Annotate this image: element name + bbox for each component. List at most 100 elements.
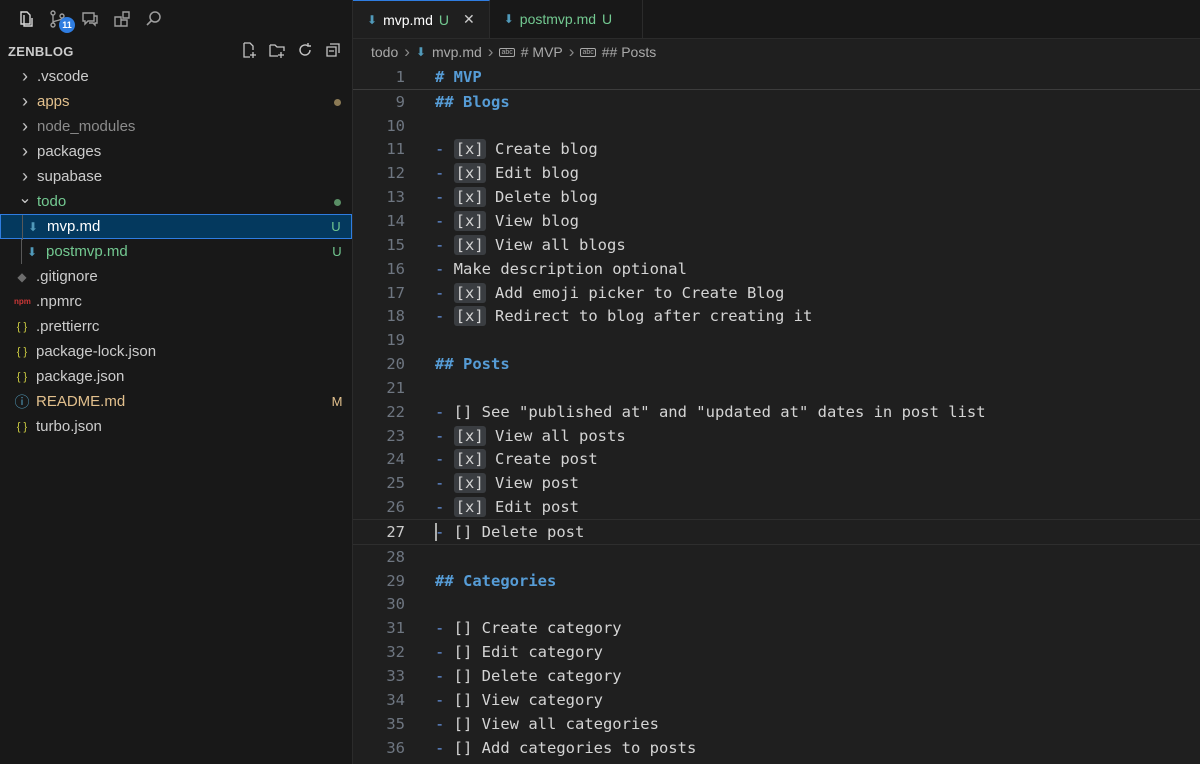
line-number: 14: [386, 211, 405, 230]
list-bullet: -: [435, 402, 454, 421]
line-text: - [x] Redirect to blog after creating it: [435, 306, 812, 327]
tab-label: mvp.md: [383, 11, 433, 28]
scm-badge: 11: [59, 17, 75, 33]
file-item[interactable]: { } package-lock.json: [0, 339, 352, 364]
line-number: 10: [386, 116, 405, 135]
chevron-right-icon: ›: [22, 116, 28, 136]
list-bullet: -: [435, 164, 454, 183]
file-item[interactable]: ◆ .gitignore: [0, 264, 352, 289]
folder-item[interactable]: ⌄ todo: [0, 189, 352, 214]
new-folder-icon[interactable]: [268, 41, 288, 61]
tab-label: postmvp.md: [519, 11, 597, 27]
list-bullet: -: [435, 714, 454, 733]
line-text: - [x] View all posts: [435, 425, 626, 446]
chevron-right-icon: ›: [22, 141, 28, 161]
collapse-all-icon[interactable]: [324, 41, 344, 61]
file-item[interactable]: ⓘ README.md M: [0, 389, 352, 414]
git-status: [322, 194, 352, 209]
source-control-icon[interactable]: 11: [48, 9, 75, 33]
line-number: 16: [386, 259, 405, 278]
heading-text: ## Posts: [435, 355, 510, 374]
breadcrumb-item[interactable]: # MVP: [521, 44, 563, 60]
line-text: - [x] View all blogs: [435, 234, 626, 255]
line-text: # MVP: [435, 68, 482, 86]
list-bullet: -: [435, 474, 454, 493]
list-bullet: -: [435, 283, 454, 302]
file-item[interactable]: { } turbo.json: [0, 414, 352, 439]
line-text: - [x] Edit post: [435, 497, 579, 518]
list-bullet: -: [435, 667, 454, 686]
file-name: .gitignore: [36, 268, 98, 285]
folder-item[interactable]: › node_modules: [0, 114, 352, 139]
breadcrumb-item[interactable]: ## Posts: [602, 44, 656, 60]
checkbox-marker: [x]: [453, 425, 486, 446]
heading-symbol-icon: abc: [499, 47, 515, 57]
line-number: 12: [386, 164, 405, 183]
task-text: [] Delete category: [453, 667, 622, 686]
line-text: ## Posts: [435, 355, 510, 373]
folder-item[interactable]: › packages: [0, 139, 352, 164]
line-number: 35: [386, 714, 405, 733]
code-line: 36 - [] Add categories to posts: [353, 736, 1200, 760]
line-text: - [] See "published at" and "updated at"…: [435, 403, 986, 421]
code-line: 25 - [x] View post: [353, 471, 1200, 495]
task-text: Make description optional: [453, 259, 687, 278]
chevron-right-icon: ›: [22, 66, 28, 86]
checkbox-marker: [x]: [453, 187, 486, 208]
file-item[interactable]: { } package.json: [0, 364, 352, 389]
code-line: 11 - [x] Create blog: [353, 138, 1200, 162]
task-text: Create blog: [495, 140, 598, 159]
line-text: - [x] Create post: [435, 449, 598, 470]
file-name: README.md: [36, 393, 126, 410]
search-icon[interactable]: [144, 9, 164, 29]
code-line: 14 - [x] View blog: [353, 209, 1200, 233]
checkbox-marker: [x]: [453, 473, 486, 494]
list-bullet: -: [435, 188, 454, 207]
refresh-icon[interactable]: [296, 41, 316, 61]
json-icon: { }: [16, 345, 28, 358]
line-number: 9: [395, 92, 405, 111]
list-bullet: -: [435, 211, 454, 230]
indent-guide: [22, 215, 23, 240]
folder-item[interactable]: › apps: [0, 89, 352, 114]
list-bullet: -: [435, 307, 454, 326]
line-text: - [x] Delete blog: [435, 187, 598, 208]
heading-text: ## Blogs: [435, 92, 510, 111]
task-text: [] Delete post: [453, 522, 585, 541]
checkbox-marker: [x]: [453, 139, 486, 160]
file-name: supabase: [37, 168, 103, 185]
task-text: Add emoji picker to Create Blog: [495, 283, 785, 302]
file-item[interactable]: npm .npmrc: [0, 289, 352, 314]
file-name: package.json: [36, 368, 125, 385]
file-item[interactable]: ⬇ postmvp.md U: [0, 239, 352, 264]
code-line: 29 ## Categories: [353, 569, 1200, 593]
line-text: - [x] Create blog: [435, 139, 598, 160]
file-name: package-lock.json: [36, 343, 157, 360]
task-text: Edit blog: [495, 164, 580, 183]
code-editor[interactable]: 1 # MVP 9 ## Blogs 10 11 - [x] Create blog 12 - …: [353, 65, 1200, 759]
code-line: 33 - [] Delete category: [353, 664, 1200, 688]
close-icon[interactable]: ✕: [463, 11, 475, 28]
chat-icon[interactable]: [80, 9, 100, 29]
folder-item[interactable]: › supabase: [0, 164, 352, 189]
new-file-icon[interactable]: [240, 41, 260, 61]
breadcrumb-item[interactable]: mvp.md: [432, 44, 482, 60]
list-bullet: -: [435, 690, 454, 709]
files-icon[interactable]: [16, 9, 36, 29]
tab-mvp-md[interactable]: ⬇ mvp.md U ✕: [353, 0, 490, 38]
tab-postmvp-md[interactable]: ⬇ postmvp.md U: [490, 0, 644, 38]
task-text: [] See "published at" and "updated at" d…: [453, 402, 986, 421]
file-name: turbo.json: [36, 418, 102, 435]
extensions-icon[interactable]: [112, 9, 132, 29]
file-item[interactable]: ⬇ mvp.md U: [0, 214, 352, 240]
line-number: 32: [386, 643, 405, 662]
line-number: 15: [386, 235, 405, 254]
line-number: 21: [386, 378, 405, 397]
line-number: 13: [386, 188, 405, 207]
line-text: - [] Add categories to posts: [435, 739, 696, 757]
file-item[interactable]: { } .prettierrc: [0, 314, 352, 339]
checkbox-marker: [x]: [453, 282, 486, 303]
folder-item[interactable]: › .vscode: [0, 64, 352, 89]
code-line: 16 - Make description optional: [353, 257, 1200, 281]
breadcrumb-item[interactable]: todo: [371, 44, 398, 60]
